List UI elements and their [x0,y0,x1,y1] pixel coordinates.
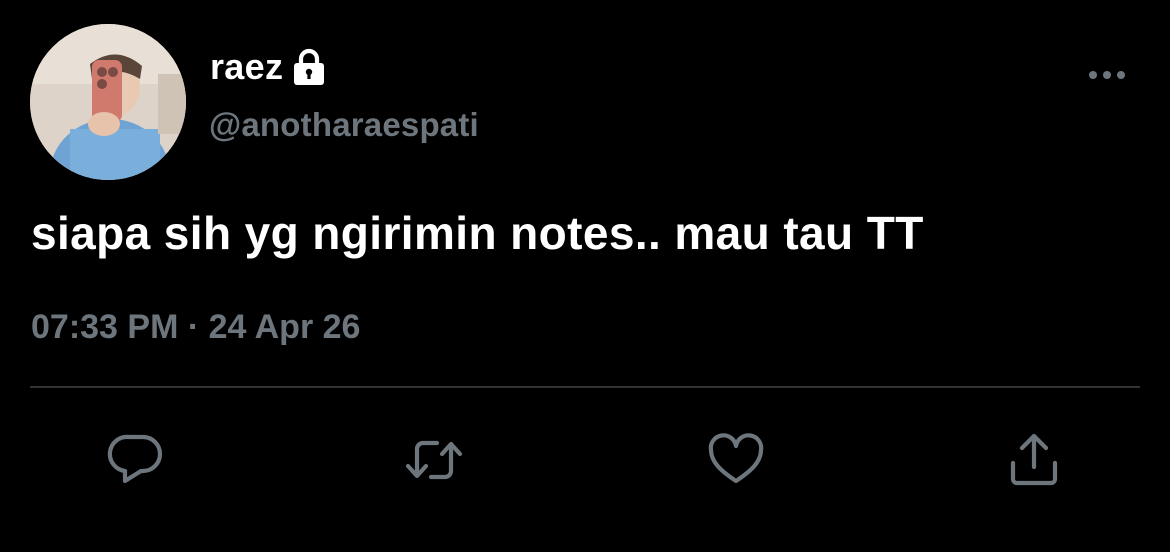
divider [30,386,1140,388]
lock-icon [291,48,327,86]
retweet-button[interactable] [402,428,466,492]
like-icon [708,433,764,484]
display-name[interactable]: raez [210,46,283,88]
avatar-photo [30,24,186,180]
more-options-icon [1089,71,1125,79]
tweet-text: siapa sih yg ngirimin notes.. mau tau TT [31,207,924,259]
reply-icon [107,434,163,484]
avatar[interactable] [30,24,186,180]
retweet-icon [405,440,463,480]
share-button[interactable] [1002,428,1066,492]
share-icon [1010,433,1058,486]
reply-button[interactable] [104,428,168,492]
like-button[interactable] [704,428,768,492]
tweet-timestamp[interactable]: 07:33 PM · 24 Apr 26 [31,308,360,347]
more-options-button[interactable] [1082,60,1132,90]
display-name-row: raez [210,44,327,90]
user-handle[interactable]: @anotharaespati [209,106,479,144]
